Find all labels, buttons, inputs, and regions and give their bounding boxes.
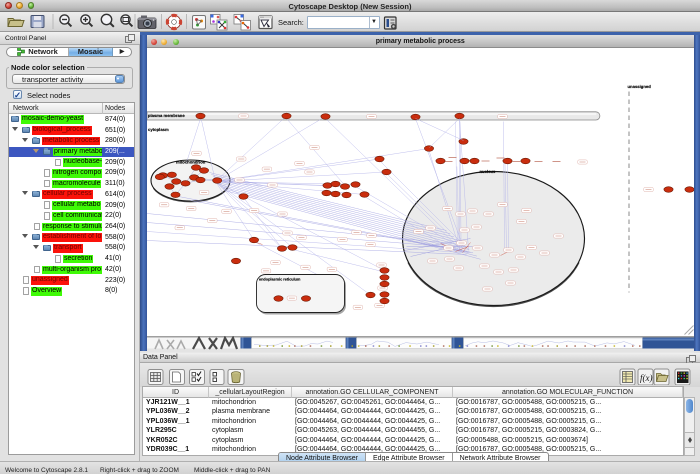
svg-text:plasma membrane: plasma membrane bbox=[147, 112, 184, 117]
svg-text:mitochondrion: mitochondrion bbox=[176, 159, 206, 164]
svg-text:cytoplasm: cytoplasm bbox=[148, 126, 169, 131]
svg-text:unassigned: unassigned bbox=[627, 83, 651, 88]
svg-text:endoplasmic reticulum: endoplasmic reticulum bbox=[259, 277, 301, 281]
svg-text:nucleus: nucleus bbox=[479, 169, 495, 174]
svg-text:f(x): f(x) bbox=[640, 373, 653, 383]
